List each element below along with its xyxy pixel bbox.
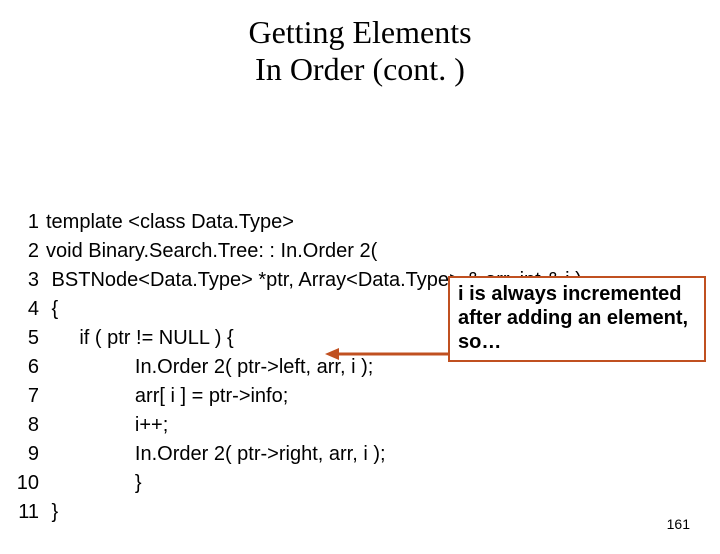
callout-text: i is always incremented after adding an … [458, 283, 688, 353]
title-line-1: Getting Elements [248, 14, 471, 50]
line-number: 3 [14, 266, 45, 295]
line-number: 7 [14, 382, 45, 411]
code-line: 9 In.Order 2( ptr->right, arr, i ); [14, 440, 583, 469]
line-number: 6 [14, 353, 45, 382]
line-number: 2 [14, 237, 45, 266]
line-number: 9 [14, 440, 45, 469]
slide-title: Getting Elements In Order (cont. ) [0, 14, 720, 88]
line-text: void Binary.Search.Tree: : In.Order 2( [45, 237, 583, 266]
line-text: In.Order 2( ptr->right, arr, i ); [45, 440, 583, 469]
line-text: template <class Data.Type> [45, 208, 583, 237]
code-line: 2void Binary.Search.Tree: : In.Order 2( [14, 237, 583, 266]
line-text: } [45, 469, 583, 498]
code-line: 7 arr[ i ] = ptr->info; [14, 382, 583, 411]
callout-box: i is always incremented after adding an … [448, 276, 706, 362]
line-number: 11 [14, 498, 45, 527]
line-number: 1 [14, 208, 45, 237]
line-number: 4 [14, 295, 45, 324]
code-table: 1template <class Data.Type>2void Binary.… [14, 208, 583, 527]
line-text: arr[ i ] = ptr->info; [45, 382, 583, 411]
code-line: 10 } [14, 469, 583, 498]
line-number: 8 [14, 411, 45, 440]
line-text: } [45, 498, 583, 527]
code-line: 8 i++; [14, 411, 583, 440]
code-line: 11 } [14, 498, 583, 527]
line-number: 10 [14, 469, 45, 498]
title-line-2: In Order (cont. ) [255, 51, 465, 87]
page-number: 161 [667, 516, 690, 532]
line-text: i++; [45, 411, 583, 440]
code-line: 1template <class Data.Type> [14, 208, 583, 237]
line-number: 5 [14, 324, 45, 353]
